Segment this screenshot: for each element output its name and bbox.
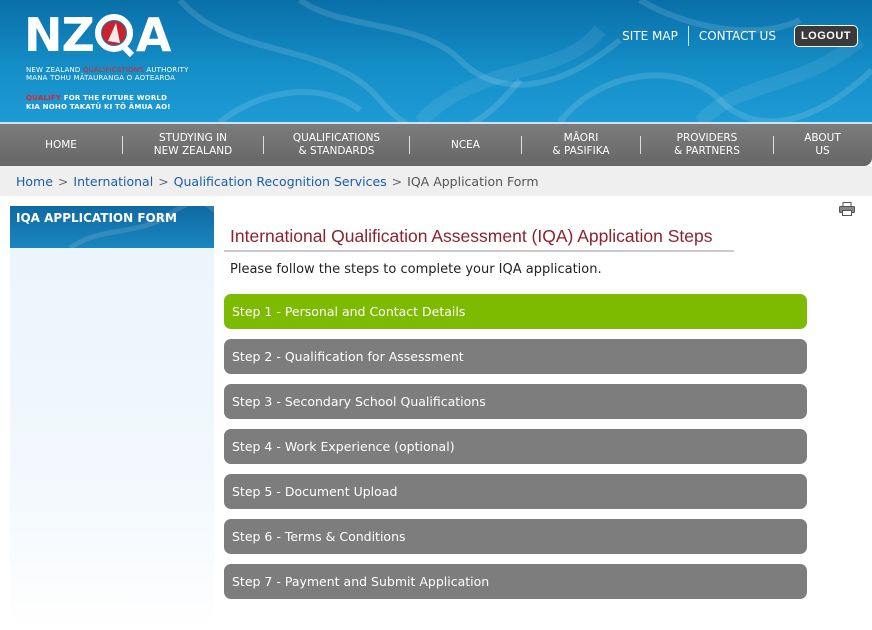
nav-item-providers-partners[interactable]: PROVIDERS & PARTNERS xyxy=(641,124,773,166)
step-4-work-experience[interactable]: Step 4 - Work Experience (optional) xyxy=(224,429,807,464)
contact-us-link[interactable]: CONTACT US xyxy=(689,26,786,46)
logo-slogan-2: KIA NOHO TAKATŪ KI TŌ ĀMUA AO! xyxy=(26,103,171,111)
breadcrumb-international[interactable]: International xyxy=(73,174,153,189)
logo-q-emblem-icon xyxy=(94,13,136,58)
sidebar: IQA APPLICATION FORM xyxy=(10,206,214,630)
site-header: NZ A NEW ZEALAND QUALIFICATIONS AUTHORIT… xyxy=(0,0,872,122)
sidebar-title: IQA APPLICATION FORM xyxy=(10,206,214,248)
nav-item-studying-in-nz[interactable]: STUDYING IN NEW ZEALAND xyxy=(123,124,263,166)
print-icon[interactable] xyxy=(839,202,855,216)
step-3-secondary-school[interactable]: Step 3 - Secondary School Qualifications xyxy=(224,384,807,419)
nav-item-qualifications[interactable]: QUALIFICATIONS & STANDARDS xyxy=(264,124,409,166)
logo-slogan-1: QUALIFY FOR THE FUTURE WORLD xyxy=(26,94,168,102)
nav-item-maori-pasifika[interactable]: MĀORI & PASIFIKA xyxy=(522,124,640,166)
breadcrumb: Home > International > Qualification Rec… xyxy=(0,166,872,196)
logo-tagline-2: MANA TOHU MĀTAURANGA O AOTEAROA xyxy=(26,74,176,82)
step-2-qualification[interactable]: Step 2 - Qualification for Assessment xyxy=(224,339,807,374)
logo-wordmark: NZ A xyxy=(24,8,171,62)
breadcrumb-separator: > xyxy=(391,173,403,189)
nav-item-ncea[interactable]: NCEA xyxy=(410,124,521,166)
main-nav: HOME STUDYING IN NEW ZEALAND QUALIFICATIO… xyxy=(0,122,872,166)
breadcrumb-separator: > xyxy=(57,173,69,189)
breadcrumb-current: IQA Application Form xyxy=(407,173,539,189)
logout-button[interactable]: LOGOUT xyxy=(793,25,858,47)
step-6-terms-conditions[interactable]: Step 6 - Terms & Conditions xyxy=(224,519,807,554)
nav-item-home[interactable]: HOME xyxy=(0,124,122,166)
step-5-document-upload[interactable]: Step 5 - Document Upload xyxy=(224,474,807,509)
site-map-link[interactable]: SITE MAP xyxy=(612,26,689,46)
page-title: International Qualification Assessment (… xyxy=(224,226,734,252)
application-steps: Step 1 - Personal and Contact Details St… xyxy=(224,294,807,609)
step-1-personal-details[interactable]: Step 1 - Personal and Contact Details xyxy=(224,294,807,329)
breadcrumb-home[interactable]: Home xyxy=(16,174,53,189)
nav-item-about-us[interactable]: ABOUT US xyxy=(774,124,871,166)
nzqa-logo[interactable]: NZ A NEW ZEALAND QUALIFICATIONS AUTHORIT… xyxy=(24,8,188,116)
intro-text: Please follow the steps to complete your… xyxy=(230,262,602,277)
breadcrumb-separator: > xyxy=(158,173,169,189)
breadcrumb-qualification-recognition[interactable]: Qualification Recognition Services xyxy=(174,174,387,189)
utility-links: SITE MAP CONTACT US LOGOUT xyxy=(612,24,858,48)
step-7-payment-submit[interactable]: Step 7 - Payment and Submit Application xyxy=(224,564,807,599)
